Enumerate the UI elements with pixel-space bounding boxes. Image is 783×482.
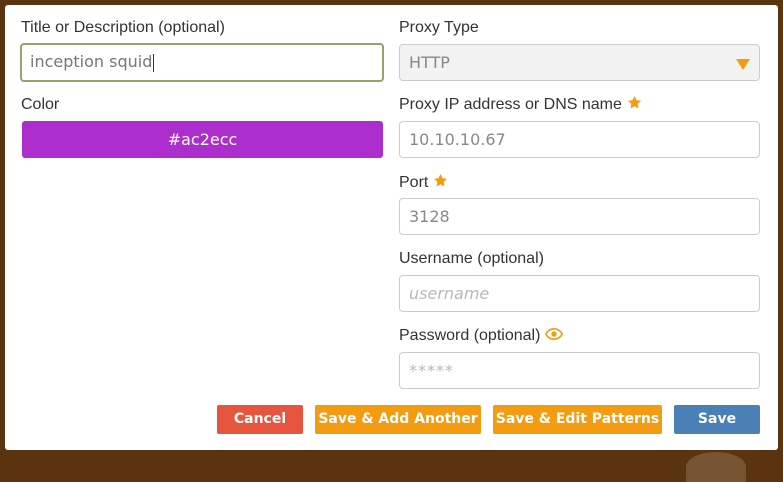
port-placeholder: 3128 [409,207,450,226]
port-input[interactable]: 3128 [399,198,760,235]
eye-icon[interactable] [545,328,564,340]
text-caret [153,53,155,72]
proxy-ip-label: Proxy IP address or DNS name [399,96,622,113]
chevron-down-icon [736,59,750,70]
proxy-ip-label-row: Proxy IP address or DNS name [399,95,642,115]
star-icon [434,173,448,187]
proxy-type-value: HTTP [409,53,450,72]
password-label-row: Password (optional) [399,326,564,346]
proxy-type-label: Proxy Type [399,19,479,36]
proxy-settings-dialog: Title or Description (optional) inceptio… [5,5,778,450]
proxy-ip-placeholder: 10.10.10.67 [409,130,506,149]
save-add-another-button[interactable]: Save & Add Another [315,405,481,434]
star-icon [627,95,641,109]
proxy-ip-input[interactable]: 10.10.10.67 [399,121,760,158]
port-label-row: Port [399,173,448,193]
username-label: Username (optional) [399,250,544,267]
password-placeholder: ***** [409,361,454,380]
password-input[interactable]: ***** [399,352,760,389]
title-input-value: inception squid [30,52,153,71]
title-input[interactable]: inception squid [20,43,384,82]
background-decoration [686,452,746,482]
title-label: Title or Description (optional) [21,19,225,36]
username-input[interactable]: username [399,275,760,312]
username-placeholder: username [409,284,490,303]
color-picker-button[interactable]: #ac2ecc [22,121,383,158]
port-label: Port [399,174,429,191]
proxy-type-select[interactable]: HTTP [399,44,760,81]
password-label: Password (optional) [399,327,541,344]
cancel-button[interactable]: Cancel [217,405,303,434]
color-label: Color [21,96,60,113]
save-edit-patterns-button[interactable]: Save & Edit Patterns [493,405,662,434]
save-button[interactable]: Save [674,405,760,434]
